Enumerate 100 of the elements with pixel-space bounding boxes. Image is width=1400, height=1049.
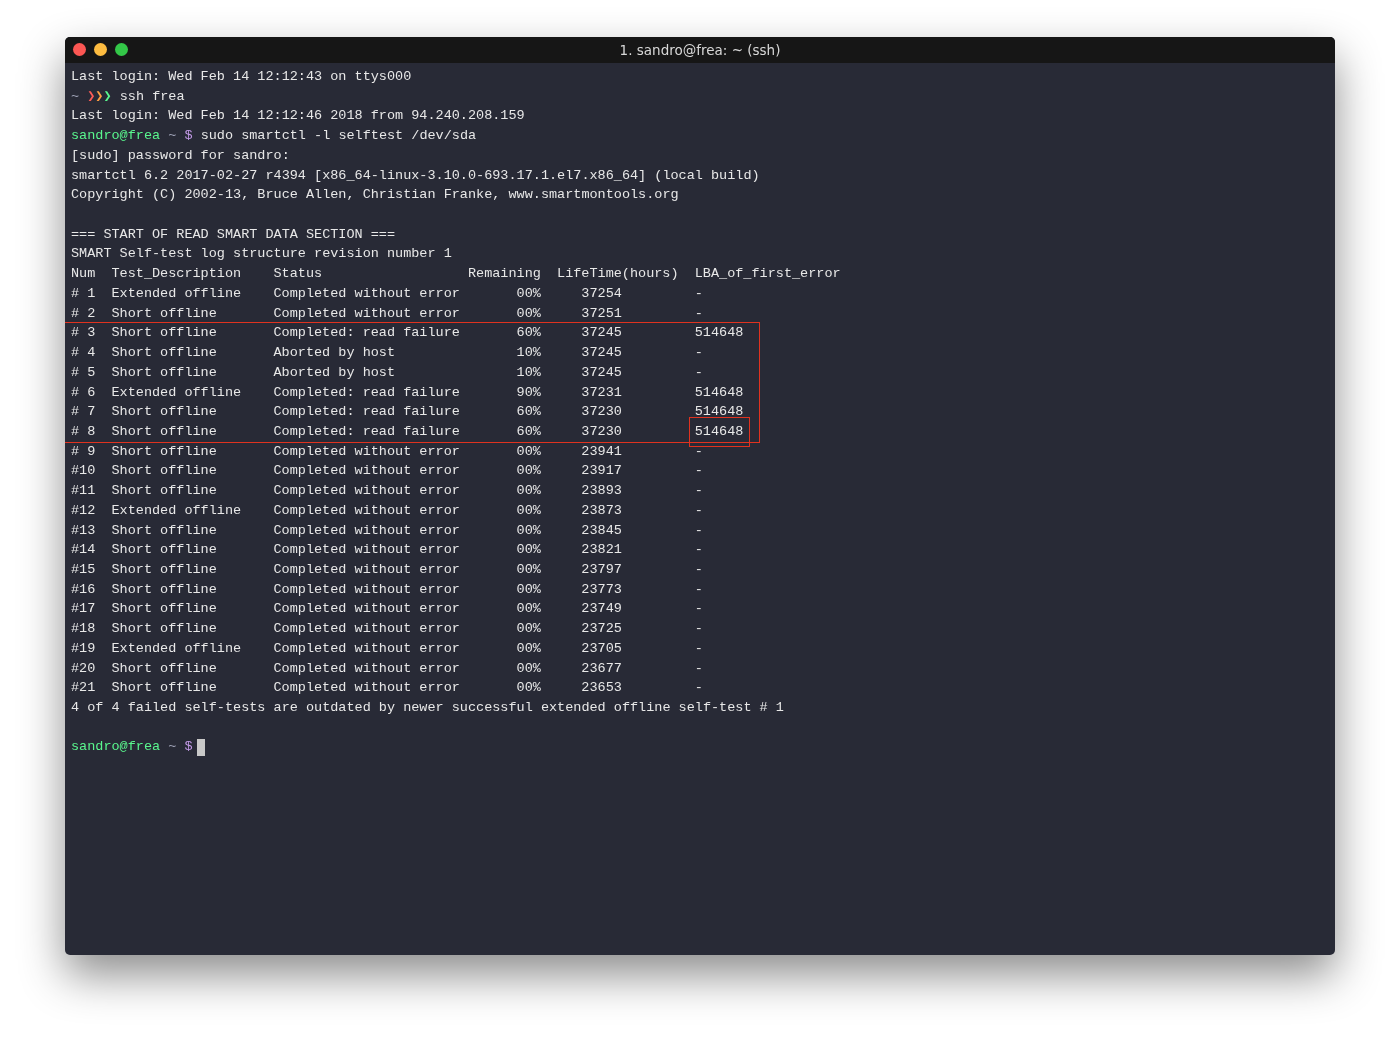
table-cell: 514648 bbox=[688, 416, 751, 447]
table-cell: # 4 bbox=[71, 345, 96, 361]
table-cell: - bbox=[694, 542, 703, 558]
table-cell: 60% bbox=[516, 404, 541, 420]
prompt-line: sandro@frea ~ $ bbox=[71, 738, 193, 757]
table-cell: Aborted by host bbox=[273, 364, 396, 380]
table-cell: 60% bbox=[516, 325, 541, 341]
column-header: Remaining bbox=[467, 266, 541, 282]
table-cell: Completed without error bbox=[273, 443, 460, 459]
table-cell: 00% bbox=[516, 305, 541, 321]
table-cell: #15 bbox=[71, 561, 96, 577]
table-cell: # 2 bbox=[71, 305, 96, 321]
table-cell: #13 bbox=[71, 522, 96, 538]
table-cell: Short offline bbox=[111, 660, 217, 676]
table-cell: 00% bbox=[516, 542, 541, 558]
column-header: Num bbox=[71, 266, 96, 282]
window-title: 1. sandro@frea: ~ (ssh) bbox=[619, 42, 781, 58]
table-cell: Completed without error bbox=[273, 285, 460, 301]
table-cell: 37245 bbox=[581, 345, 622, 361]
minimize-button[interactable] bbox=[94, 43, 107, 56]
table-cell: Completed: read failure bbox=[273, 384, 460, 400]
table-cell: 00% bbox=[516, 581, 541, 597]
output-line: 4 of 4 failed self-tests are outdated by newer successful extended offline self-test # 1 bbox=[71, 699, 785, 717]
table-cell: Short offline bbox=[111, 581, 217, 597]
output-line: Last login: Wed Feb 14 12:12:46 2018 from 94.240.208.159 bbox=[71, 107, 526, 126]
table-cell: - bbox=[694, 561, 703, 577]
table-cell: 00% bbox=[516, 463, 541, 479]
table-cell: 23653 bbox=[581, 680, 622, 696]
close-button[interactable] bbox=[73, 43, 86, 56]
table-cell: - bbox=[694, 601, 703, 617]
table-cell: 23773 bbox=[581, 581, 622, 597]
table-cell: # 3 bbox=[71, 325, 96, 341]
table-cell: Short offline bbox=[111, 404, 217, 420]
table-cell: 00% bbox=[516, 502, 541, 518]
table-cell: 37245 bbox=[581, 325, 622, 341]
table-cell: 514648 bbox=[694, 325, 744, 341]
table-cell: 10% bbox=[516, 345, 541, 361]
table-cell: Extended offline bbox=[111, 502, 242, 518]
table-cell: Completed: read failure bbox=[273, 423, 460, 439]
table-cell: - bbox=[694, 364, 703, 380]
table-cell: Short offline bbox=[111, 542, 217, 558]
table-cell: - bbox=[694, 621, 703, 637]
table-cell: 37251 bbox=[581, 305, 622, 321]
output-line: Copyright (C) 2002-13, Bruce Allen, Christian Franke, www.smartmontools.org bbox=[71, 186, 680, 205]
column-header: LifeTime(hours) bbox=[557, 266, 679, 282]
table-cell: Completed without error bbox=[273, 561, 460, 577]
table-cell: 00% bbox=[516, 483, 541, 499]
table-cell: Aborted by host bbox=[273, 345, 396, 361]
table-cell: - bbox=[694, 522, 703, 538]
table-cell: Short offline bbox=[111, 345, 217, 361]
table-cell: 00% bbox=[516, 285, 541, 301]
output-line: SMART Self-test log structure revision number 1 bbox=[71, 245, 453, 264]
table-cell: Short offline bbox=[111, 443, 217, 459]
table-cell: Completed: read failure bbox=[273, 325, 460, 341]
table-cell: 37230 bbox=[581, 404, 622, 420]
table-cell: Short offline bbox=[111, 463, 217, 479]
table-cell: #17 bbox=[71, 601, 96, 617]
table-cell: 90% bbox=[516, 384, 541, 400]
table-cell: Completed without error bbox=[273, 581, 460, 597]
table-cell: Short offline bbox=[111, 601, 217, 617]
table-cell: - bbox=[694, 581, 703, 597]
prompt-line: ~ ❯❯❯ ssh frea bbox=[71, 88, 185, 104]
table-cell: Short offline bbox=[111, 621, 217, 637]
table-cell: 23893 bbox=[581, 483, 622, 499]
table-cell: Completed without error bbox=[273, 621, 460, 637]
table-cell: 00% bbox=[516, 561, 541, 577]
table-cell: 23797 bbox=[581, 561, 622, 577]
table-cell: #21 bbox=[71, 680, 96, 696]
table-cell: 00% bbox=[516, 522, 541, 538]
table-cell: #20 bbox=[71, 660, 96, 676]
table-cell: 23725 bbox=[581, 621, 622, 637]
zoom-button[interactable] bbox=[115, 43, 128, 56]
prompt-line: sandro@frea ~ $ sudo smartctl -l selftest /dev/sda bbox=[71, 128, 477, 144]
column-header: Test_Description bbox=[111, 266, 242, 282]
table-cell: Completed without error bbox=[273, 305, 460, 321]
table-cell: # 1 bbox=[71, 285, 96, 301]
table-cell: #18 bbox=[71, 621, 96, 637]
table-cell: Short offline bbox=[111, 522, 217, 538]
column-header: LBA_of_first_error bbox=[694, 266, 841, 282]
table-cell: 23845 bbox=[581, 522, 622, 538]
table-cell: #16 bbox=[71, 581, 96, 597]
table-cell: 37231 bbox=[581, 384, 622, 400]
table-cell: Short offline bbox=[111, 680, 217, 696]
output-line: smartctl 6.2 2017-02-27 r4394 [x86_64-linux-3.10.0-693.17.1.el7.x86_64] (local build) bbox=[71, 166, 761, 185]
table-cell: 00% bbox=[516, 621, 541, 637]
table-cell: Extended offline bbox=[111, 384, 242, 400]
table-cell: 60% bbox=[516, 423, 541, 439]
table-cell: 23917 bbox=[581, 463, 622, 479]
table-cell: #10 bbox=[71, 463, 96, 479]
table-cell: - bbox=[694, 640, 703, 656]
table-cell: Short offline bbox=[111, 423, 217, 439]
table-cell: 23821 bbox=[581, 542, 622, 558]
table-cell: #12 bbox=[71, 502, 96, 518]
table-cell: 00% bbox=[516, 640, 541, 656]
table-cell: Completed without error bbox=[273, 601, 460, 617]
output-line: [sudo] password for sandro: bbox=[71, 146, 291, 165]
output-line: === START OF READ SMART DATA SECTION === bbox=[71, 225, 397, 244]
table-cell: Completed without error bbox=[273, 640, 460, 656]
table-cell: 00% bbox=[516, 680, 541, 696]
table-cell: Short offline bbox=[111, 325, 217, 341]
